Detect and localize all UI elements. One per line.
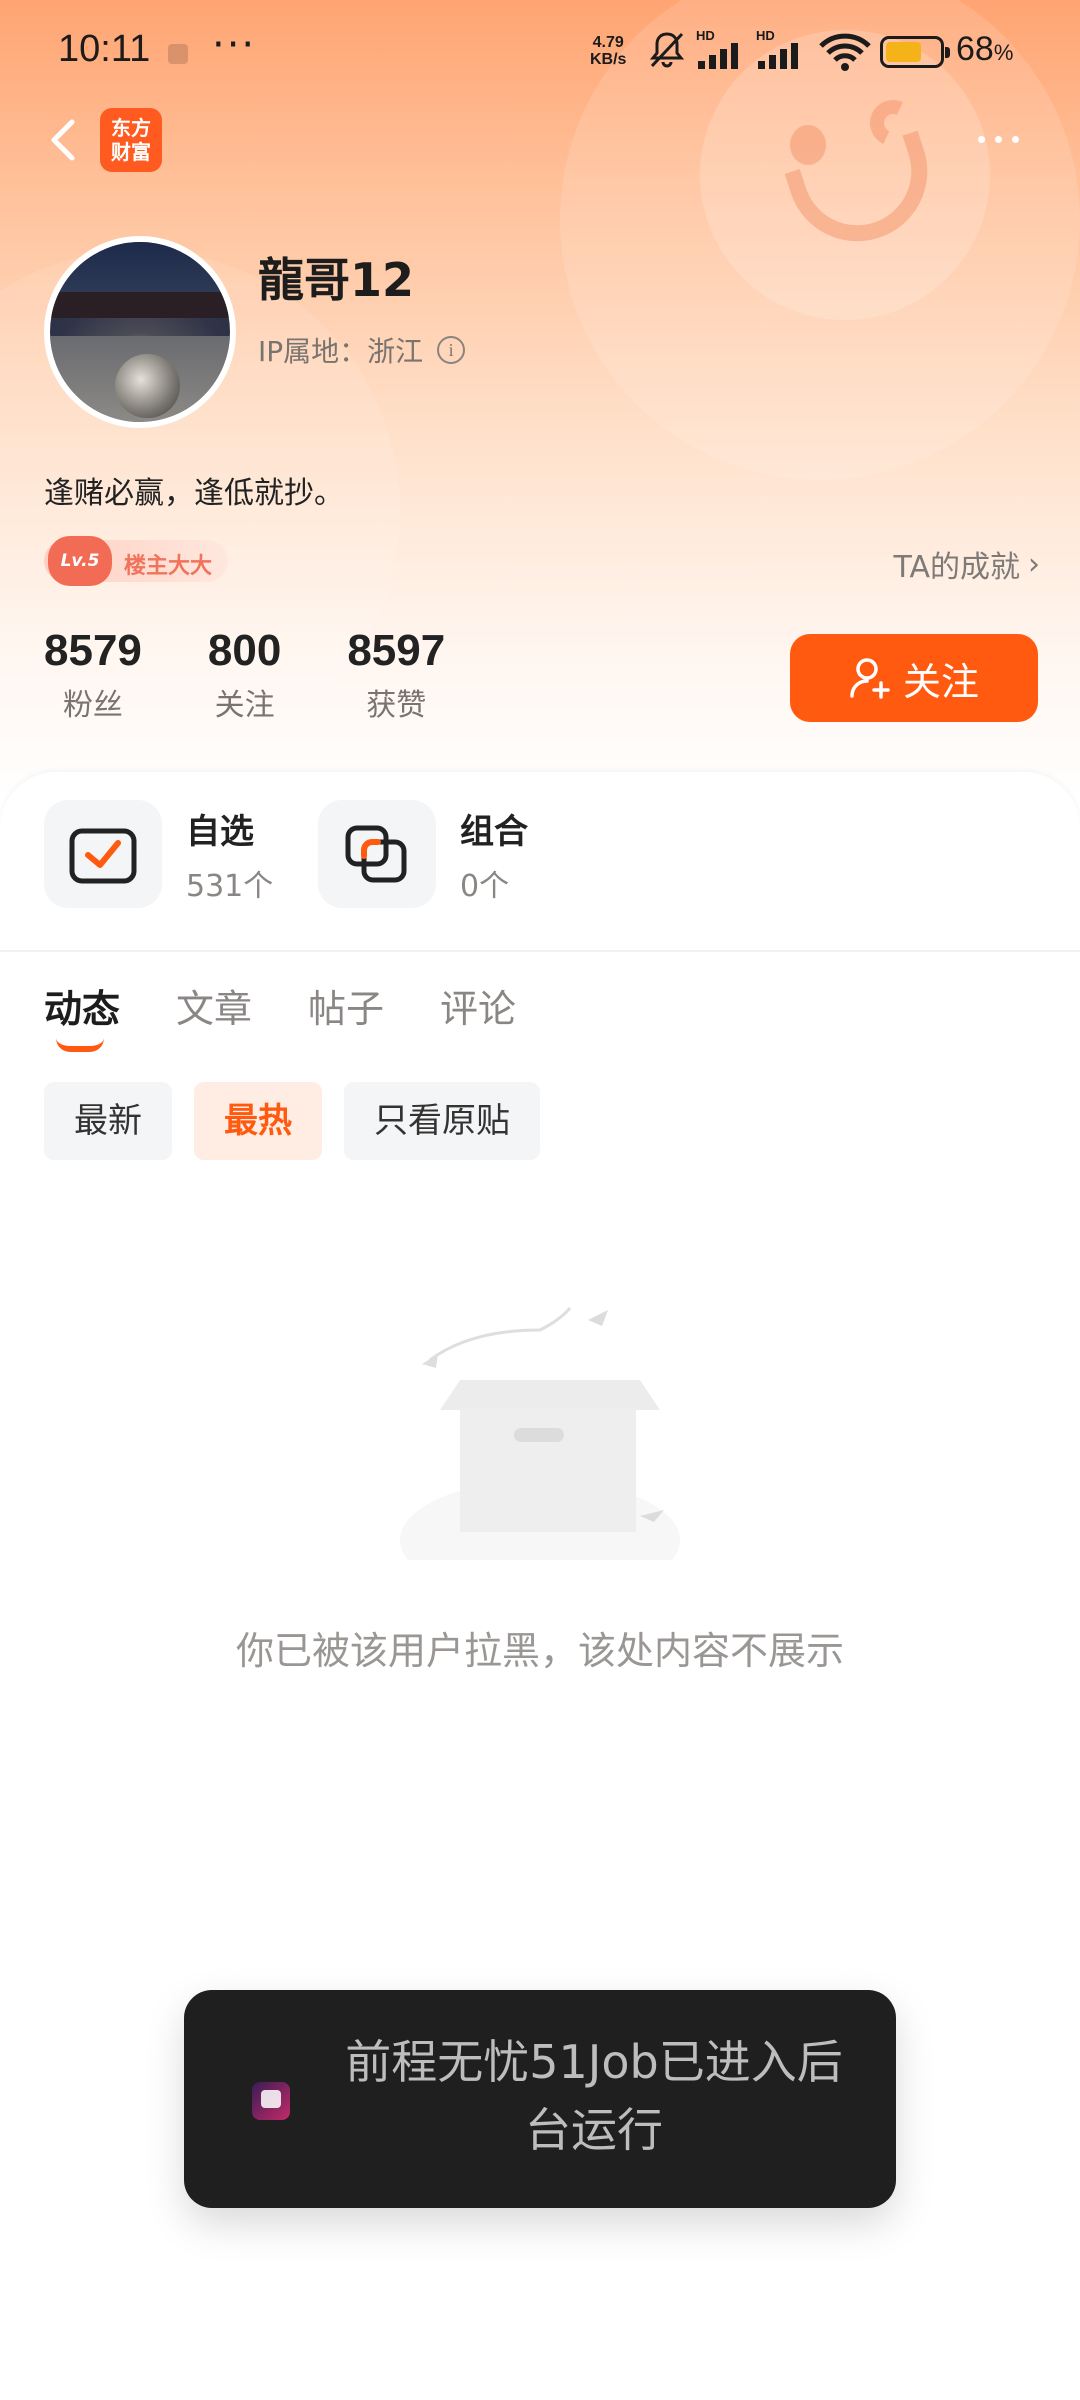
decor-smile-eye <box>790 125 826 165</box>
tab-label: 帖子 <box>308 987 385 1031</box>
signal-bars-icon <box>698 43 738 69</box>
stat-value: 8597 <box>347 626 446 675</box>
filter-chips: 最新 最热 只看原贴 <box>44 1082 562 1160</box>
system-toast: 前程无忧51Job已进入后台运行 <box>184 1990 896 2208</box>
signal-bars-icon <box>758 43 798 69</box>
stat-label: 粉丝 <box>62 688 123 723</box>
logo-line2: 财富 <box>111 140 151 164</box>
logo-line1: 东方 <box>111 116 151 140</box>
battery-icon <box>880 36 950 68</box>
stat-following[interactable]: 800 关注 <box>208 626 281 724</box>
battery-percent-value: 68 <box>956 30 994 68</box>
quick-link-portfolio[interactable]: 组合 0个 <box>318 800 528 908</box>
stat-label: 关注 <box>214 688 275 723</box>
stat-value: 8579 <box>44 626 142 675</box>
quick-link-count: 531个 <box>186 868 274 904</box>
checkbox-icon-box <box>44 800 162 908</box>
empty-state-message: 你已被该用户拉黑，该处内容不展示 <box>235 1629 844 1673</box>
quick-link-title: 组合 <box>460 811 528 852</box>
user-bio: 逢赌必赢，逢低就抄。 <box>44 476 344 511</box>
signal-2-label: HD <box>756 28 775 43</box>
ip-location: IP属地：浙江 i <box>258 330 466 370</box>
follow-button[interactable]: 关注 <box>790 634 1038 722</box>
notification-app-icon <box>168 44 188 64</box>
ip-location-text: IP属地：浙江 <box>258 335 424 368</box>
app-logo[interactable]: 东方 财富 <box>100 108 162 172</box>
stat-value: 800 <box>207 626 282 675</box>
content-tabs: 动态 文章 帖子 评论 <box>44 978 572 1052</box>
tab-posts[interactable]: 帖子 <box>308 978 384 1033</box>
battery-cap <box>945 47 950 58</box>
level-badge-level: Lv.5 <box>48 536 112 586</box>
avatar[interactable] <box>44 236 236 428</box>
network-speed-unit: KB/s <box>590 51 627 68</box>
network-speed: 4.79 KB/s <box>590 34 626 68</box>
tab-articles[interactable]: 文章 <box>176 978 252 1033</box>
stat-label: 获赞 <box>366 688 427 723</box>
tab-label: 文章 <box>176 987 253 1031</box>
quick-link-watchlist[interactable]: 自选 531个 <box>44 800 273 908</box>
more-options-icon[interactable] <box>978 128 1038 154</box>
level-badge-title: 楼主大大 <box>124 554 213 579</box>
back-arrow-icon[interactable] <box>40 110 90 170</box>
checkbox-icon <box>69 828 137 884</box>
level-badge[interactable]: Lv.5 楼主大大 <box>44 536 228 586</box>
battery-percent-unit: % <box>993 40 1014 65</box>
status-time: 10:11 <box>58 28 151 70</box>
achievements-label: TA的成就 <box>893 550 1020 585</box>
user-name: 龍哥12 <box>258 253 415 307</box>
chip-latest[interactable]: 最新 <box>44 1082 172 1160</box>
battery-percent: 68% <box>956 30 1013 69</box>
app-icon <box>252 2082 290 2120</box>
overlap-squares-icon <box>345 825 407 883</box>
quick-link-title: 自选 <box>186 811 254 852</box>
status-bar: 10:11 ··· 4.79 KB/s HD HD 68% <box>0 0 1080 100</box>
stat-fans[interactable]: 8579 粉丝 <box>44 626 142 724</box>
section-divider <box>0 950 1080 952</box>
tab-activity[interactable]: 动态 <box>44 978 121 1052</box>
tab-comments[interactable]: 评论 <box>440 978 516 1033</box>
add-user-icon <box>850 658 890 699</box>
toast-message: 前程无忧51Job已进入后台运行 <box>345 2035 843 2157</box>
tab-label: 评论 <box>440 987 517 1031</box>
chip-hottest[interactable]: 最热 <box>194 1082 322 1160</box>
signal-1: HD <box>696 28 748 75</box>
achievements-link[interactable]: TA的成就 › <box>893 542 1040 586</box>
wifi-icon <box>819 33 871 71</box>
chevron-right-icon: › <box>1028 546 1040 582</box>
chip-original-only[interactable]: 只看原贴 <box>344 1082 540 1160</box>
quick-link-count: 0个 <box>460 868 510 904</box>
tab-label: 动态 <box>44 987 121 1031</box>
mute-bell-icon <box>649 32 685 68</box>
follow-button-label: 关注 <box>902 659 979 704</box>
battery-fill <box>886 42 922 62</box>
active-tab-indicator <box>56 1038 104 1052</box>
signal-1-label: HD <box>696 28 715 43</box>
profile-stats: 8579 粉丝 800 关注 8597 获赞 <box>44 626 511 724</box>
network-speed-value: 4.79 <box>592 34 624 51</box>
stat-likes[interactable]: 8597 获赞 <box>347 626 445 724</box>
more-notifications-indicator: ··· <box>212 22 257 68</box>
signal-2: HD <box>756 28 808 75</box>
empty-box-icon <box>400 1307 680 1560</box>
info-icon[interactable]: i <box>437 336 466 364</box>
overlap-squares-icon-box <box>318 800 436 908</box>
